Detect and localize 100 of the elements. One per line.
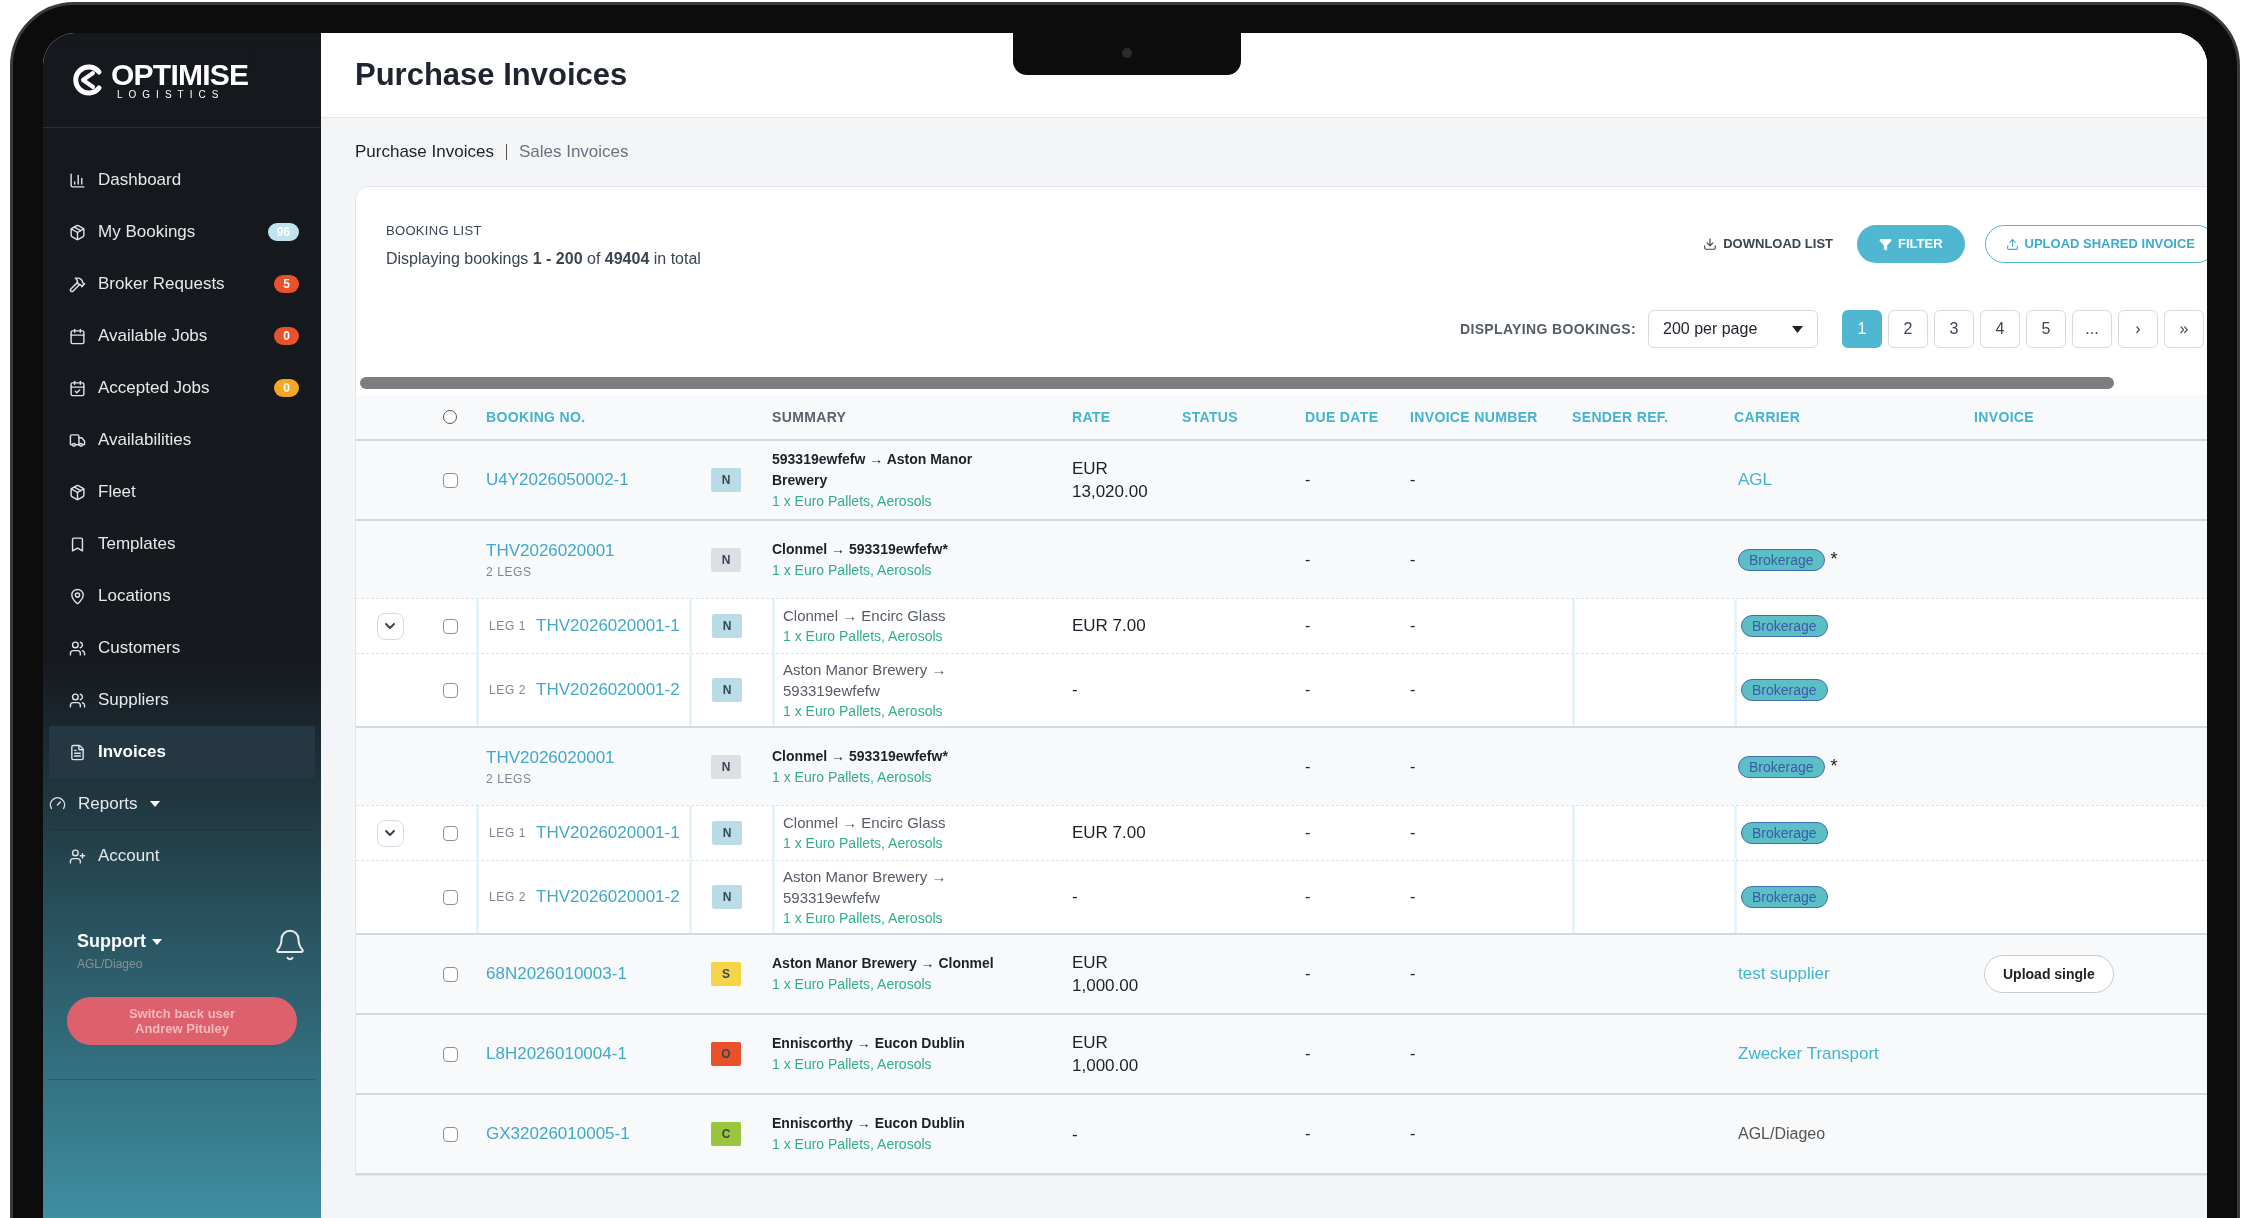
- per-page-label: DISPLAYING BOOKINGS:: [1459, 319, 1636, 339]
- carrier-tag: Brokerage: [1738, 755, 1825, 778]
- download-icon: [1703, 237, 1718, 251]
- row-checkbox[interactable]: [442, 618, 458, 634]
- invoice-number-text: -: [1410, 887, 1416, 907]
- invoice-number-text: -: [1410, 1044, 1416, 1064]
- due-date-text: -: [1305, 549, 1311, 570]
- route-text: Enniscorthy → Eucon Dublin: [772, 1114, 966, 1133]
- carrier-tag: Brokerage: [1741, 822, 1828, 844]
- row-checkbox[interactable]: [442, 1046, 458, 1062]
- user-plus-icon: [69, 847, 86, 865]
- due-date-text: -: [1305, 964, 1311, 984]
- bar-chart-icon: [69, 171, 86, 189]
- gauge-icon: [49, 795, 66, 812]
- invoice-number-text: -: [1410, 549, 1416, 570]
- carrier-tag: Brokerage: [1741, 679, 1828, 701]
- sidebar-item[interactable]: Account: [49, 830, 315, 882]
- row-checkbox[interactable]: [442, 889, 458, 905]
- per-page-select[interactable]: 200 per page: [1648, 310, 1818, 348]
- legs-count: 2 LEGS: [486, 771, 533, 789]
- sidebar-item[interactable]: Accepted Jobs 0: [49, 362, 315, 414]
- carrier-tag: Brokerage: [1741, 615, 1828, 637]
- cargo-text: 1 x Euro Pallets, Aerosols: [772, 560, 933, 580]
- row-checkbox[interactable]: [442, 1126, 458, 1142]
- page-button[interactable]: ...: [2072, 310, 2112, 348]
- page-title: Purchase Invoices: [355, 55, 628, 94]
- row-checkbox[interactable]: [442, 472, 458, 488]
- sidebar-item[interactable]: Customers: [49, 622, 315, 674]
- leg-label: LEG 1: [489, 618, 527, 635]
- row-checkbox[interactable]: [442, 966, 458, 982]
- page-button[interactable]: »: [2164, 310, 2204, 348]
- support-menu[interactable]: Support: [77, 928, 162, 955]
- invoice-number-text: -: [1410, 1124, 1416, 1144]
- due-date-text: -: [1305, 823, 1311, 843]
- page-button[interactable]: 2: [1888, 310, 1928, 348]
- invoice-number-text: -: [1410, 823, 1416, 843]
- cargo-text: 1 x Euro Pallets, Aerosols: [772, 1055, 933, 1074]
- status-letter: S: [711, 962, 741, 986]
- sidebar-item[interactable]: Templates: [49, 518, 315, 570]
- count-badge: 0: [274, 327, 299, 345]
- route-text: 593319ewfefw → Aston Manor Brewery: [772, 449, 974, 490]
- rate-text: EUR 1,000.00: [1072, 1032, 1140, 1077]
- cargo-text: 1 x Euro Pallets, Aerosols: [772, 1135, 933, 1154]
- due-date-text: -: [1305, 470, 1311, 490]
- column-header: SUMMARY: [772, 407, 847, 427]
- logo-tagline: LOGISTICS: [117, 90, 226, 100]
- dropdown-caret-icon: [1792, 325, 1803, 333]
- status-letter: C: [711, 1122, 741, 1146]
- sidebar-item[interactable]: Availabilities: [49, 414, 315, 466]
- invoice-number-text: -: [1410, 680, 1416, 700]
- invoice-number-text: -: [1410, 756, 1416, 777]
- page-button[interactable]: 3: [1934, 310, 1974, 348]
- status-letter: N: [711, 468, 741, 492]
- company-name: AGL/Diageo: [77, 956, 144, 973]
- route-text: Enniscorthy → Eucon Dublin: [772, 1034, 966, 1053]
- bookings-summary: Displaying bookings 1 - 200 of 49404 in total: [386, 248, 701, 269]
- cargo-text: 1 x Euro Pallets, Aerosols: [783, 908, 944, 928]
- sidebar-item[interactable]: Fleet: [49, 466, 315, 518]
- invoice-tab[interactable]: Purchase Invoices: [355, 139, 494, 165]
- sidebar-item[interactable]: Reports: [49, 778, 315, 830]
- expand-toggle[interactable]: [376, 819, 404, 847]
- cargo-text: 1 x Euro Pallets, Aerosols: [783, 834, 944, 853]
- page-button[interactable]: 5: [2026, 310, 2066, 348]
- sidebar-item[interactable]: My Bookings 96: [49, 206, 315, 258]
- due-date-text: -: [1305, 1044, 1311, 1064]
- status-letter: N: [712, 821, 742, 845]
- route-text: Clonmel → 593319ewfefw*: [772, 539, 949, 559]
- rate-text: -: [1072, 679, 1078, 702]
- horizontal-scrollbar[interactable]: [360, 377, 2114, 389]
- sidebar-item[interactable]: Locations: [49, 570, 315, 622]
- row-checkbox[interactable]: [442, 682, 458, 698]
- count-badge: 0: [274, 379, 299, 397]
- cargo-text: 1 x Euro Pallets, Aerosols: [783, 701, 944, 721]
- cargo-text: 1 x Euro Pallets, Aerosols: [772, 491, 933, 511]
- notification-bell-icon[interactable]: [273, 928, 307, 962]
- sidebar-item[interactable]: Invoices: [49, 726, 315, 778]
- route-text: Clonmel → Encirc Glass: [783, 813, 946, 833]
- users-icon: [69, 639, 86, 657]
- legs-count: 2 LEGS: [486, 564, 533, 582]
- cargo-text: 1 x Euro Pallets, Aerosols: [772, 767, 933, 787]
- status-letter: N: [712, 678, 742, 702]
- upload-single-button[interactable]: Upload single: [1984, 955, 2114, 993]
- select-all-checkbox[interactable]: [443, 410, 457, 424]
- count-badge: 5: [274, 275, 299, 293]
- status-letter: N: [712, 614, 742, 638]
- carrier-tag: Brokerage: [1738, 548, 1825, 571]
- sidebar-item[interactable]: Dashboard: [49, 154, 315, 206]
- sidebar-item[interactable]: Available Jobs 0: [49, 310, 315, 362]
- leg-label: LEG 2: [489, 889, 527, 906]
- expand-toggle[interactable]: [376, 612, 404, 640]
- page-button[interactable]: ›: [2118, 310, 2158, 348]
- sidebar-item[interactable]: Broker Requests 5: [49, 258, 315, 310]
- status-letter: N: [711, 547, 741, 572]
- download-list-button[interactable]: DOWNLOAD LIST: [1699, 234, 1837, 254]
- sidebar-item[interactable]: Suppliers: [49, 674, 315, 726]
- page-button[interactable]: 4: [1980, 310, 2020, 348]
- route-text: Aston Manor Brewery → 593319ewfefw: [783, 659, 948, 701]
- row-checkbox[interactable]: [442, 825, 458, 841]
- invoice-tab[interactable]: Sales Invoices: [518, 139, 629, 165]
- due-date-text: -: [1305, 1124, 1311, 1144]
